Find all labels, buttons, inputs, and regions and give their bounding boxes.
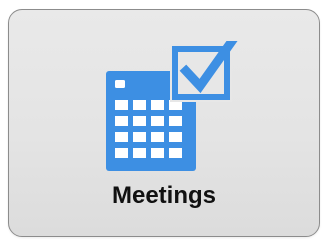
calendar-check-icon [104,41,244,181]
tile-label: Meetings [111,182,216,209]
meetings-tile-button[interactable]: Meetings [8,9,320,237]
